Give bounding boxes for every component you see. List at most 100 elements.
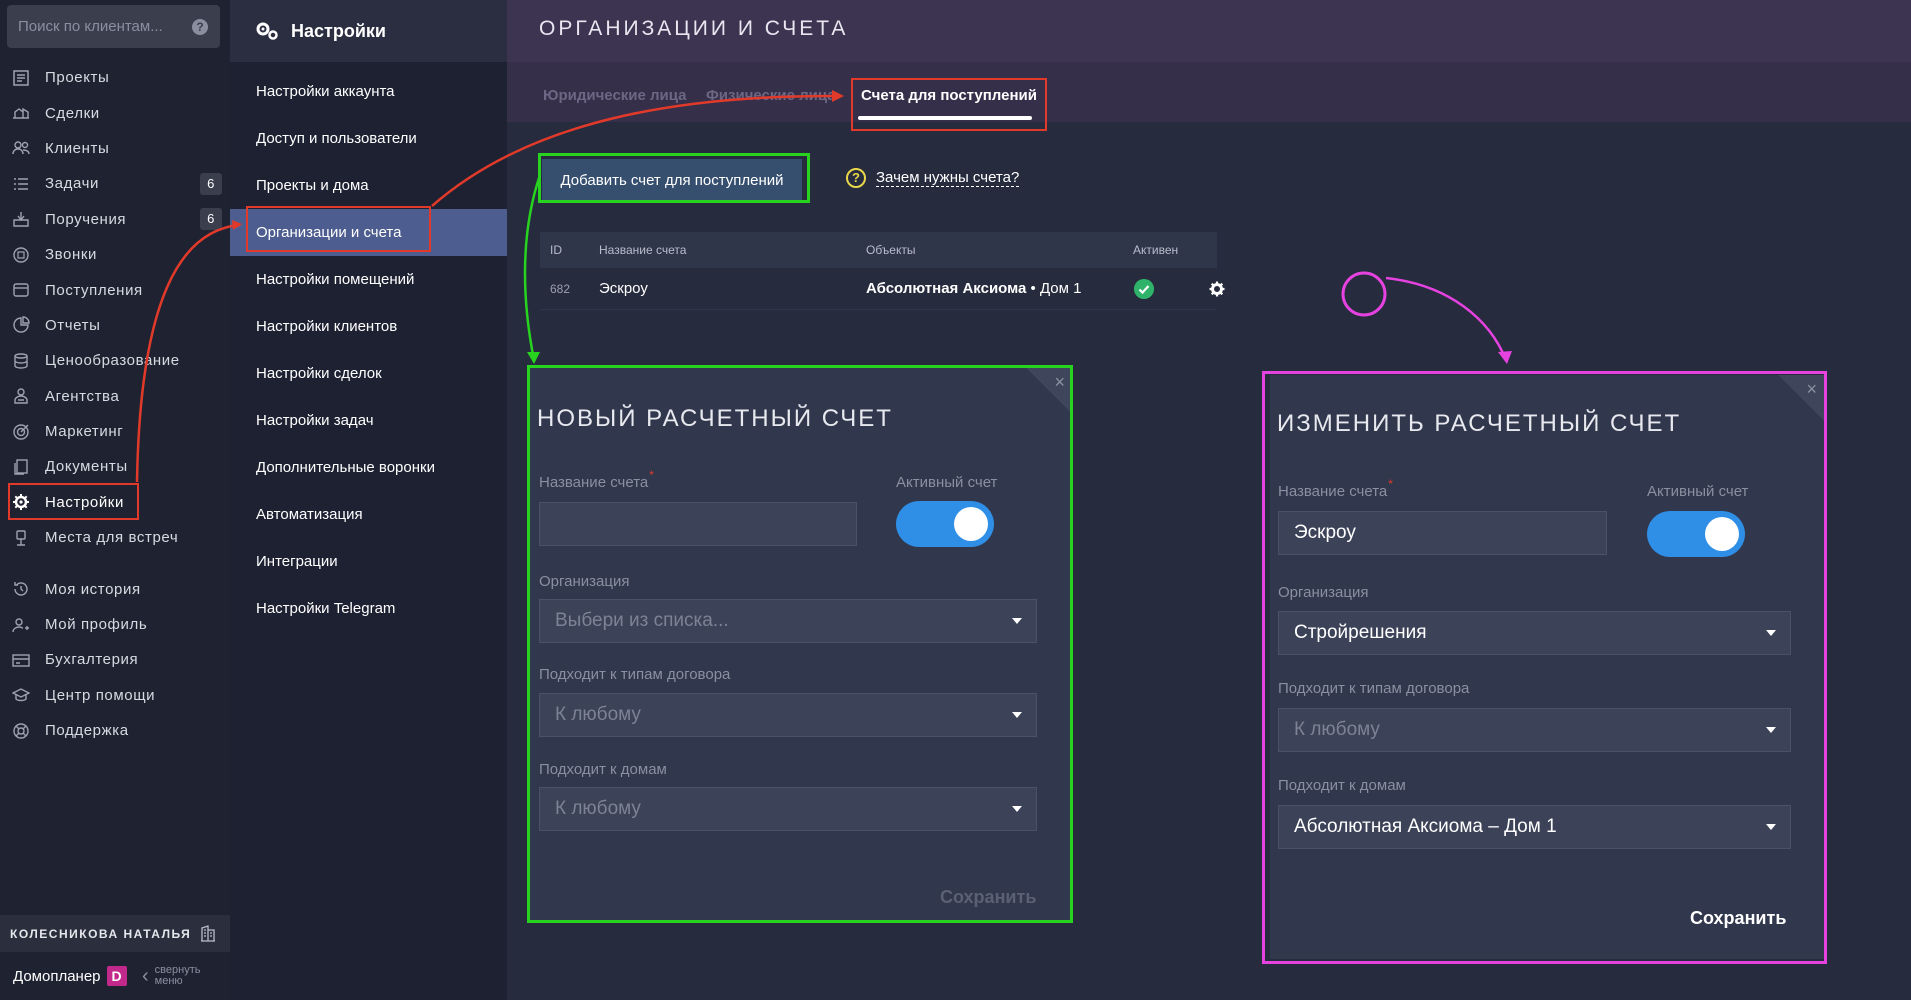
nav-item-label: Звонки — [45, 246, 98, 264]
nav-item[interactable]: Клиенты — [0, 131, 230, 166]
settings-menu-item[interactable]: Настройки клиентов — [230, 303, 507, 350]
nav-item[interactable]: Центр помощи — [0, 678, 230, 713]
nav-item[interactable]: Поступления — [0, 272, 230, 307]
settings-menu-item[interactable]: Дополнительные воронки — [230, 444, 507, 491]
table-row[interactable]: 682 Эскроу Абсолютная Аксиома • Дом 1 — [540, 268, 1225, 310]
settings-title: Настройки — [291, 20, 386, 41]
nav-item-label: Места для встреч — [45, 529, 179, 547]
settings-menu-item[interactable]: Настройки задач — [230, 397, 507, 444]
nav-item[interactable]: Поручения 6 — [0, 202, 230, 237]
documents-icon — [12, 458, 30, 476]
row-objects-project: Абсолютная Аксиома — [866, 280, 1027, 297]
why-accounts-label: Зачем нужны счета? — [876, 169, 1020, 187]
nav-item[interactable]: Документы — [0, 449, 230, 484]
tab-legal-entities[interactable]: Юридические лица — [543, 87, 687, 104]
count-badge: 6 — [200, 172, 222, 195]
assignments-icon — [12, 210, 30, 228]
col-objects: Объекты — [866, 243, 916, 257]
nav-item-label: Проекты — [45, 69, 110, 87]
nav-item[interactable]: Моя история — [0, 571, 230, 606]
collapse-menu-button[interactable]: ‹ свернуть меню — [142, 965, 200, 987]
highlight-income-tab — [851, 78, 1047, 131]
history-icon — [12, 580, 30, 598]
settings-menu-item[interactable]: Настройки аккаунта — [230, 68, 507, 115]
row-objects-house: • Дом 1 — [1026, 280, 1082, 297]
main-header: ОРГАНИЗАЦИИ И СЧЕТА — [507, 0, 1911, 62]
reports-icon — [12, 316, 30, 334]
collapse-label-2: меню — [154, 975, 183, 987]
settings-panel: Настройки Настройки аккаунта Доступ и пол… — [230, 0, 507, 1000]
brand-name: Домопланер — [13, 967, 101, 985]
row-active — [1134, 268, 1154, 309]
settings-menu-item[interactable]: Настройки Telegram — [230, 585, 507, 632]
nav-item-label: Клиенты — [45, 139, 110, 157]
question-icon: ? — [846, 168, 866, 188]
count-badge: 6 — [200, 208, 222, 231]
building-icon[interactable] — [200, 925, 216, 942]
highlight-add-button — [538, 153, 810, 203]
nav-item[interactable]: Звонки — [0, 237, 230, 272]
table-header: ID Название счета Объекты Активен — [540, 232, 1217, 268]
calls-icon — [12, 246, 30, 264]
check-circle-icon — [1134, 278, 1154, 299]
tab-individuals[interactable]: Физические лица — [706, 87, 836, 104]
row-objects: Абсолютная Аксиома • Дом 1 — [866, 268, 1081, 309]
user-name: КОЛЕСНИКОВА НАТАЛЬЯ — [10, 926, 192, 941]
nav-item[interactable]: Сделки — [0, 95, 230, 130]
search-help-icon[interactable]: ? — [192, 19, 208, 35]
col-active: Активен — [1133, 243, 1179, 257]
nav-item-label: Задачи — [45, 175, 99, 193]
nav-item[interactable]: Поддержка — [0, 713, 230, 748]
nav-item[interactable]: Маркетинг — [0, 414, 230, 449]
row-name: Эскроу — [599, 280, 648, 297]
agencies-icon — [12, 387, 30, 405]
meeting-places-icon — [12, 529, 30, 547]
client-search: ? — [7, 5, 220, 48]
user-bar[interactable]: КОЛЕСНИКОВА НАТАЛЬЯ — [0, 915, 230, 952]
settings-menu-item[interactable]: Проекты и дома — [230, 162, 507, 209]
nav-item-label: Ценообразование — [45, 352, 180, 370]
highlight-new-dialog — [527, 365, 1073, 923]
nav-item-label: Мой профиль — [45, 616, 148, 634]
nav-item[interactable]: Проекты — [0, 60, 230, 95]
clients-icon — [12, 139, 30, 157]
settings-menu-item[interactable]: Интеграции — [230, 538, 507, 585]
row-settings[interactable] — [1209, 268, 1225, 309]
nav-item[interactable]: Отчеты — [0, 308, 230, 343]
nav-item-label: Агентства — [45, 387, 120, 405]
highlight-orgs-item — [246, 206, 431, 252]
row-id: 682 — [550, 281, 571, 296]
marketing-icon — [12, 423, 30, 441]
nav-item-label: Бухгалтерия — [45, 651, 139, 669]
support-icon — [12, 722, 30, 740]
nav-item-label: Моя история — [45, 580, 141, 598]
brand-logo: D — [106, 966, 127, 986]
help-center-icon — [12, 686, 30, 704]
nav-item[interactable]: Места для встреч — [0, 520, 230, 555]
nav-item[interactable]: Задачи 6 — [0, 166, 230, 201]
gear-icon[interactable] — [1209, 281, 1225, 297]
nav-item-label: Маркетинг — [45, 423, 124, 441]
pricing-icon — [12, 352, 30, 370]
nav-item-label: Отчеты — [45, 316, 101, 334]
accounting-icon — [12, 651, 30, 669]
settings-menu-item[interactable]: Настройки помещений — [230, 256, 507, 303]
nav-item[interactable]: Мой профиль — [0, 607, 230, 642]
col-id: ID — [550, 243, 562, 257]
nav-item-label: Документы — [45, 458, 128, 476]
nav-item[interactable]: Ценообразование — [0, 343, 230, 378]
profile-icon — [12, 616, 30, 634]
settings-menu-item[interactable]: Автоматизация — [230, 491, 507, 538]
nav-item-label: Сделки — [45, 104, 100, 122]
projects-icon — [12, 69, 30, 87]
nav-item-label: Поручения — [45, 210, 127, 228]
nav-item[interactable]: Бухгалтерия — [0, 642, 230, 677]
settings-header: Настройки — [230, 0, 507, 62]
settings-menu-item[interactable]: Настройки сделок — [230, 350, 507, 397]
tasks-icon — [12, 175, 30, 193]
client-search-input[interactable] — [7, 5, 187, 48]
settings-menu-item[interactable]: Доступ и пользователи — [230, 115, 507, 162]
why-accounts-link[interactable]: ? Зачем нужны счета? — [846, 168, 1020, 188]
nav-item[interactable]: Агентства — [0, 379, 230, 414]
nav-list: Проекты Сделки Клиенты Задачи 6 Поручения 6 Зво… — [0, 60, 230, 748]
